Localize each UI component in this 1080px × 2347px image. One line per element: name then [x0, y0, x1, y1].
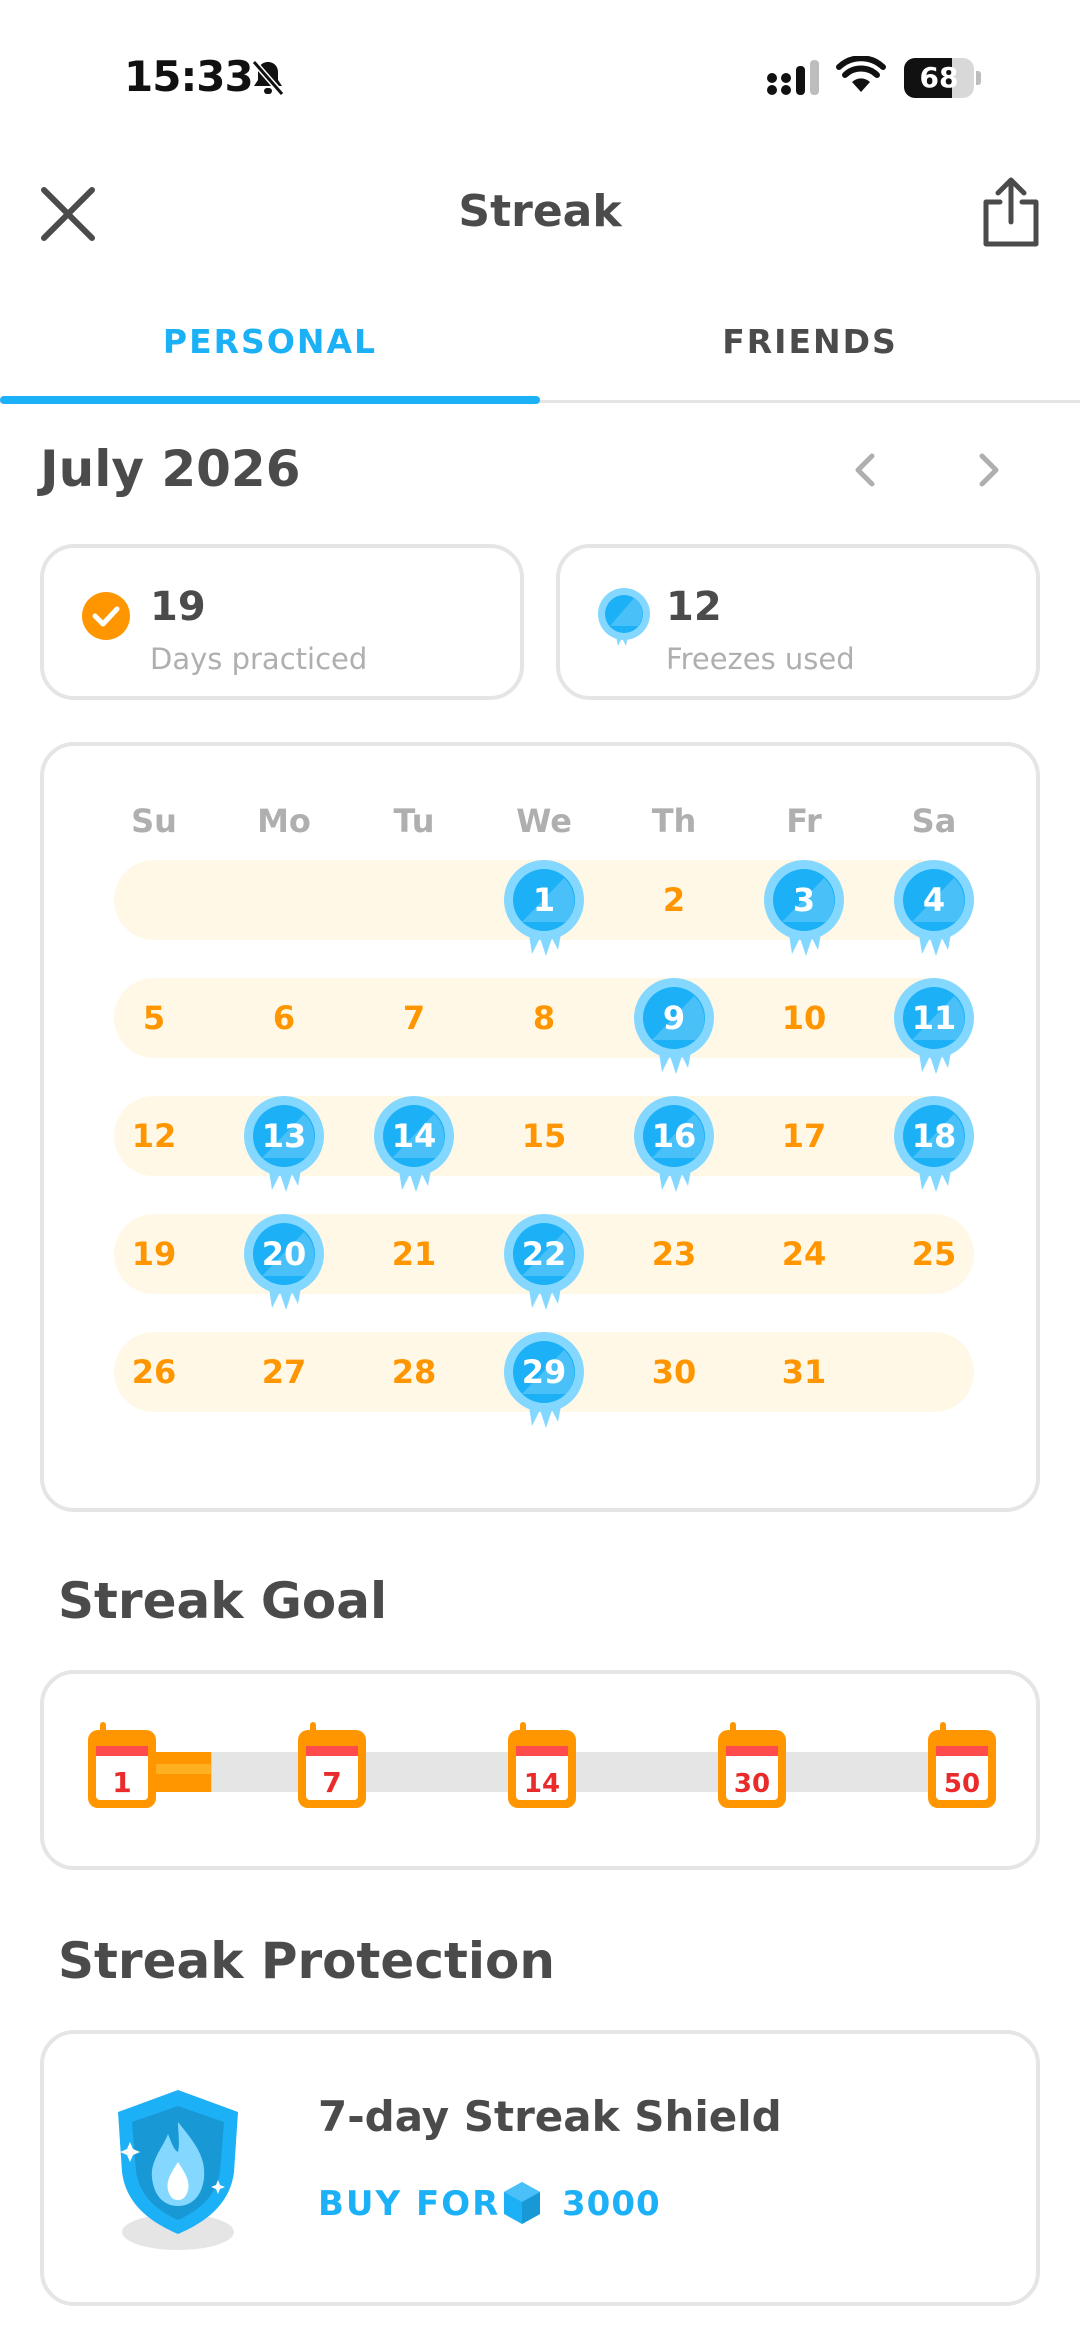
goal-track-segment: [778, 1752, 936, 1792]
battery-percent: 68: [919, 61, 959, 94]
calendar-day-number: 29: [521, 1353, 567, 1391]
goal-milestone-label: 30: [734, 1769, 770, 1799]
freezes-used-value: 12: [666, 584, 722, 630]
wifi-icon: [836, 55, 886, 96]
calendar-day: 15: [521, 1117, 567, 1155]
calendar-day: 6: [272, 999, 296, 1037]
calendar-day: 26: [131, 1353, 177, 1391]
calendar-day: 2: [662, 881, 686, 919]
goal-milestone-label: 1: [112, 1766, 131, 1799]
streak-calendar: Su Mo Tu We Th Fr Sa 1 2 3 4 5 6 7 8 9 10 11 12 13 14…: [40, 742, 1040, 1512]
goal-milestone-label: 14: [524, 1769, 560, 1799]
tab-friends[interactable]: FRIENDS: [540, 322, 1080, 361]
calendar-day-frozen: 20: [242, 1212, 326, 1312]
calendar-day: 19: [131, 1235, 177, 1273]
weekday-header: Fr: [786, 802, 822, 840]
calendar-day-number: 4: [922, 881, 946, 919]
active-tab-indicator: [0, 396, 540, 404]
calendar-day-number: 18: [911, 1117, 957, 1155]
previous-month-chevron-icon[interactable]: [846, 446, 886, 494]
calendar-day-number: 3: [792, 881, 816, 919]
calendar-day-frozen: 22: [502, 1212, 586, 1312]
calendar-day: 27: [261, 1353, 307, 1391]
next-month-chevron-icon[interactable]: [968, 446, 1008, 494]
calendar-day-frozen: 3: [762, 858, 846, 958]
calendar-day-frozen: 29: [502, 1330, 586, 1430]
calendar-day-frozen: 13: [242, 1094, 326, 1194]
goal-track-segment: [568, 1752, 726, 1792]
calendar-day: 25: [911, 1235, 957, 1273]
weekday-header: Tu: [393, 802, 435, 840]
check-circle-icon: [82, 586, 136, 646]
streak-goal-title: Streak Goal: [58, 1572, 388, 1630]
buy-for-label[interactable]: BUY FOR: [318, 2184, 500, 2224]
page-title: Streak: [458, 186, 622, 237]
days-practiced-card: 19 Days practiced: [40, 544, 524, 700]
goal-milestone-label: 7: [322, 1766, 341, 1799]
calendar-day-frozen: 9: [632, 976, 716, 1076]
calendar-day-number: 11: [911, 999, 957, 1037]
calendar-day-number: 20: [261, 1235, 307, 1273]
goal-track-segment: [358, 1752, 516, 1792]
battery-icon: 68: [904, 58, 982, 98]
weekday-header: Sa: [911, 802, 957, 840]
streak-shield-name: 7-day Streak Shield: [318, 2092, 782, 2141]
weekday-header: Mo: [257, 802, 311, 840]
streak-shield-icon: [108, 2086, 248, 2252]
calendar-day: 7: [402, 999, 426, 1037]
calendar-day: 10: [781, 999, 827, 1037]
calendar-day-number: 1: [532, 881, 556, 919]
calendar-day: 28: [391, 1353, 437, 1391]
calendar-day-number: 14: [391, 1117, 437, 1155]
calendar-day: 30: [651, 1353, 697, 1391]
calendar-day-frozen: 4: [892, 858, 976, 958]
calendar-day-number: 13: [261, 1117, 307, 1155]
calendar-day: 31: [781, 1353, 827, 1391]
share-icon[interactable]: [978, 176, 1044, 250]
calendar-day-frozen: 1: [502, 858, 586, 958]
days-practiced-label: Days practiced: [150, 642, 368, 676]
calendar-day-frozen: 11: [892, 976, 976, 1076]
calendar-day: 24: [781, 1235, 827, 1273]
shield-price[interactable]: 3000: [562, 2184, 661, 2224]
calendar-day-frozen: 16: [632, 1094, 716, 1194]
calendar-day: 8: [532, 999, 556, 1037]
goal-milestone-label: 50: [944, 1769, 980, 1799]
streak-protection-title: Streak Protection: [58, 1932, 555, 1990]
calendar-day: 5: [142, 999, 166, 1037]
tab-personal[interactable]: PERSONAL: [0, 322, 540, 361]
streak-goal-progress: 1 7 14 30 50: [88, 1722, 996, 1808]
bell-muted-icon: [250, 58, 286, 98]
calendar-day: 23: [651, 1235, 697, 1273]
calendar-day: 17: [781, 1117, 827, 1155]
weekday-header: Su: [131, 802, 177, 840]
calendar-day-number: 16: [651, 1117, 697, 1155]
calendar-day-frozen: 18: [892, 1094, 976, 1194]
weekday-header: Th: [651, 802, 697, 840]
streak-freeze-icon: [598, 586, 652, 646]
freezes-used-label: Freezes used: [666, 642, 855, 676]
days-practiced-value: 19: [150, 584, 206, 630]
calendar-day: 21: [391, 1235, 437, 1273]
gem-icon: [502, 2180, 542, 2226]
weekday-header: We: [516, 802, 572, 840]
freezes-used-card: 12 Freezes used: [556, 544, 1040, 700]
calendar-day-number: 9: [662, 999, 686, 1037]
calendar-day-number: 22: [521, 1235, 567, 1273]
calendar-day: 12: [131, 1117, 177, 1155]
cellular-signal-icon: [766, 60, 822, 98]
month-label: July 2026: [40, 440, 301, 498]
status-time: 15:33: [124, 52, 254, 101]
calendar-day-frozen: 14: [372, 1094, 456, 1194]
goal-progress-highlight: [148, 1764, 212, 1774]
